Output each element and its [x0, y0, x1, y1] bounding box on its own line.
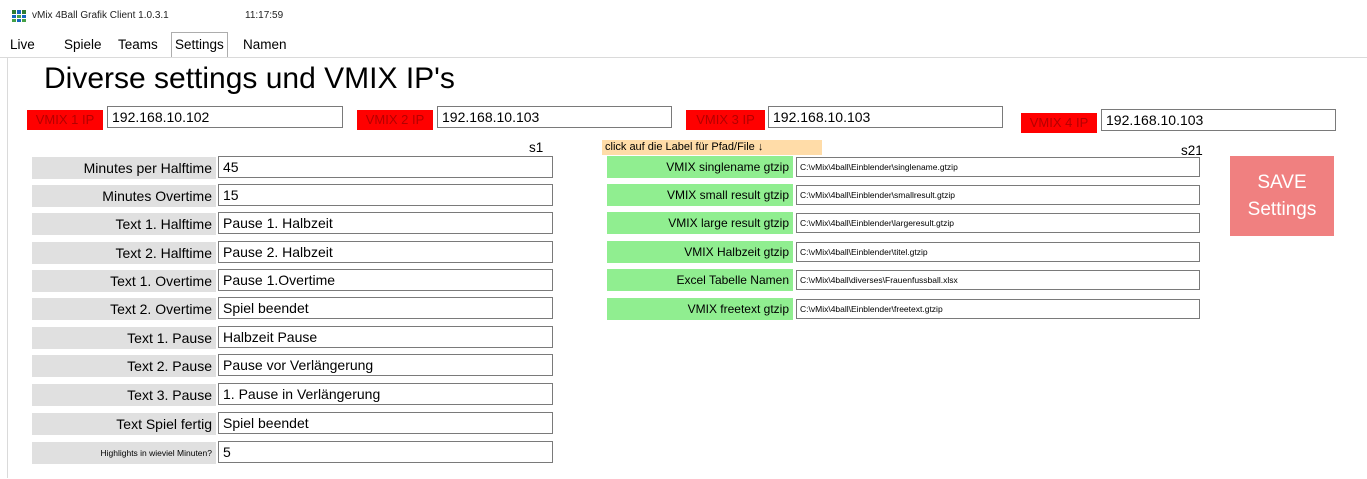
clock: 11:17:59 — [245, 10, 284, 21]
tab-strip: Live Spiele Teams Settings Namen — [0, 32, 1367, 58]
setting-input-highlights-minutes[interactable]: 5 — [218, 441, 553, 463]
file-label-small-result[interactable]: VMIX small result gtzip — [607, 184, 793, 206]
setting-input-minutes-halftime[interactable]: 45 — [218, 156, 553, 178]
setting-label-text2-pause[interactable]: Text 2. Pause — [32, 355, 216, 377]
vmix2-ip-label: VMIX 2 IP — [357, 110, 433, 130]
save-button-line1: SAVE — [1257, 172, 1307, 193]
tab-live[interactable]: Live — [7, 34, 38, 56]
save-button-label: SAVE Settings — [1248, 169, 1317, 223]
tab-settings[interactable]: Settings — [171, 32, 228, 57]
setting-label-text-spiel-fertig[interactable]: Text Spiel fertig — [32, 413, 216, 435]
file-label-halbzeit[interactable]: VMIX Halbzeit gtzip — [607, 241, 793, 263]
setting-input-text2-pause[interactable]: Pause vor Verlängerung — [218, 354, 553, 376]
setting-input-text1-halftime[interactable]: Pause 1. Halbzeit — [218, 212, 553, 234]
file-input-large-result[interactable]: C:\vMix\4ball\Einblender\largeresult.gtz… — [796, 213, 1200, 233]
setting-label-text1-pause[interactable]: Text 1. Pause — [32, 327, 216, 349]
column-tag-s1: s1 — [529, 140, 544, 155]
file-label-hint: click auf die Label für Pfad/File ↓ — [602, 140, 822, 155]
setting-input-text2-halftime[interactable]: Pause 2. Halbzeit — [218, 241, 553, 263]
vmix-app-icon — [12, 10, 26, 22]
setting-label-minutes-overtime[interactable]: Minutes Overtime — [32, 185, 216, 207]
vmix1-ip-label: VMIX 1 IP — [27, 110, 103, 130]
vmix1-ip-input[interactable]: 192.168.10.102 — [107, 106, 343, 128]
setting-input-text-spiel-fertig[interactable]: Spiel beendet — [218, 412, 553, 434]
setting-input-minutes-overtime[interactable]: 15 — [218, 184, 553, 206]
tab-spiele[interactable]: Spiele — [61, 34, 105, 56]
file-label-freetext[interactable]: VMIX freetext gtzip — [607, 298, 793, 320]
title-bar: vMix 4Ball Grafik Client 1.0.3.1 11:17:5… — [0, 0, 1367, 30]
setting-input-text1-overtime[interactable]: Pause 1.Overtime — [218, 269, 553, 291]
page-title: Diverse settings und VMIX IP's — [44, 62, 455, 95]
file-input-halbzeit[interactable]: C:\vMix\4ball\Einblender\titel.gtzip — [796, 242, 1200, 262]
save-settings-button[interactable]: SAVE Settings — [1230, 156, 1334, 236]
file-input-excel-namen[interactable]: C:\vMix\4ball\diverses\Frauenfussball.xl… — [796, 270, 1200, 290]
column-tag-s21: s21 — [1181, 143, 1203, 158]
vmix4-ip-input[interactable]: 192.168.10.103 — [1101, 109, 1336, 131]
file-input-freetext[interactable]: C:\vMix\4ball\Einblender\freetext.gtzip — [796, 299, 1200, 319]
vmix4-ip-label: VMIX 4 IP — [1021, 113, 1097, 133]
tab-panel-border — [7, 58, 8, 478]
file-label-excel-namen[interactable]: Excel Tabelle Namen — [607, 269, 793, 291]
file-label-large-result[interactable]: VMIX large result gtzip — [607, 212, 793, 234]
file-input-singlename[interactable]: C:\vMix\4ball\Einblender\singlename.gtzi… — [796, 157, 1200, 177]
vmix3-ip-input[interactable]: 192.168.10.103 — [768, 106, 1003, 128]
setting-label-highlights-minutes[interactable]: Highlights in wieviel Minuten? — [32, 442, 216, 464]
vmix2-ip-input[interactable]: 192.168.10.103 — [437, 106, 672, 128]
file-input-small-result[interactable]: C:\vMix\4ball\Einblender\smallresult.gtz… — [796, 185, 1200, 205]
window-title: vMix 4Ball Grafik Client 1.0.3.1 — [32, 10, 169, 21]
setting-label-text1-overtime[interactable]: Text 1. Overtime — [32, 270, 216, 292]
tab-divider — [0, 57, 1367, 58]
setting-label-text3-pause[interactable]: Text 3. Pause — [32, 384, 216, 406]
setting-label-text1-halftime[interactable]: Text 1. Halftime — [32, 213, 216, 235]
tab-teams[interactable]: Teams — [115, 34, 161, 56]
save-button-line2: Settings — [1247, 199, 1317, 220]
file-label-singlename[interactable]: VMIX singlename gtzip — [607, 156, 793, 178]
setting-label-minutes-halftime[interactable]: Minutes per Halftime — [32, 157, 216, 179]
setting-input-text1-pause[interactable]: Halbzeit Pause — [218, 326, 553, 348]
setting-input-text2-overtime[interactable]: Spiel beendet — [218, 297, 553, 319]
setting-label-text2-overtime[interactable]: Text 2. Overtime — [32, 298, 216, 320]
setting-input-text3-pause[interactable]: 1. Pause in Verlängerung — [218, 383, 553, 405]
setting-label-text2-halftime[interactable]: Text 2. Halftime — [32, 242, 216, 264]
vmix3-ip-label: VMIX 3 IP — [686, 110, 765, 130]
tab-namen[interactable]: Namen — [240, 34, 290, 56]
